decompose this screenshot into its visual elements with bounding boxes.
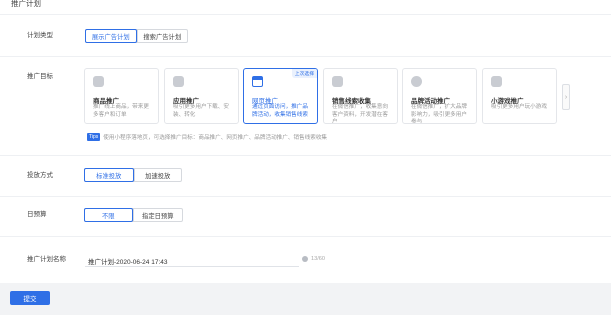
card-desc: 吸引更多用户下载、安装、转化 (173, 104, 229, 118)
tips-row: Tips 使用小程序落地页，可选择推广目标：商品推广、网页推广、品牌活动推广、销… (87, 133, 327, 141)
browser-icon (252, 76, 263, 87)
target-card-leads[interactable]: 销售线索收集 在微信推广，收集意向客户资料，开发潜在客户 (323, 68, 398, 124)
char-count: 13/60 (311, 256, 325, 262)
bottom-action-bar (0, 283, 611, 315)
tips-badge: Tips (87, 133, 101, 141)
target-card-webpage[interactable]: 上次选择 网页推广 通过页面访问，推广品牌活动，收集销售线索 (243, 68, 318, 124)
divider (0, 56, 611, 57)
card-desc: 在微信推广，扩大品牌影响力，吸引更多用户参与 (411, 104, 467, 124)
plan-name-counter: 13/60 (302, 256, 325, 262)
bag-icon (93, 76, 104, 87)
chat-icon (332, 76, 343, 87)
card-desc: 在微信推广，收集意向客户资料，开发潜在客户 (332, 104, 388, 124)
plan-name-label: 推广计划名称 (27, 256, 66, 263)
game-icon (491, 76, 502, 87)
section-title: 推广计划 (11, 0, 41, 8)
delivery-mode-label: 投放方式 (27, 172, 53, 179)
delivery-mode-segment: 标准投放 加速投放 (84, 168, 182, 182)
target-card-brand[interactable]: 品牌活动推广 在微信推广，扩大品牌影响力，吸引更多用户参与 (402, 68, 477, 124)
brand-icon (411, 76, 422, 87)
daily-budget-segment: 不限 指定日预算 (84, 208, 183, 222)
plan-name-value: 推广计划-2020-06-24 17:43 (88, 259, 168, 266)
daily-budget-label: 日预算 (27, 211, 47, 218)
clear-icon[interactable] (302, 256, 308, 262)
app-icon (173, 76, 184, 87)
budget-option-unlimited[interactable]: 不限 (84, 208, 133, 222)
plan-type-option-search[interactable]: 搜索广告计划 (136, 30, 188, 42)
divider (0, 196, 611, 197)
card-desc: 推广线上商品，带来更多客户和订单 (93, 104, 149, 118)
plan-type-segment: 展示广告计划 搜索广告计划 (85, 29, 188, 43)
budget-option-specified[interactable]: 指定日预算 (132, 209, 182, 221)
plan-name-input[interactable]: 推广计划-2020-06-24 17:43 (85, 253, 299, 267)
target-card-app[interactable]: 应用推广 吸引更多用户下载、安装、转化 (164, 68, 239, 124)
delivery-option-standard[interactable]: 标准投放 (84, 168, 134, 182)
submit-button[interactable]: 提交 (10, 291, 50, 305)
promo-target-label: 推广目标 (27, 73, 53, 80)
divider (0, 155, 611, 156)
plan-type-label: 计划类型 (27, 32, 53, 39)
divider (0, 236, 611, 237)
target-card-minigame[interactable]: 小游戏推广 吸引更多用户玩小游戏 (482, 68, 557, 124)
divider (0, 14, 611, 15)
tips-text: 使用小程序落地页，可选择推广目标：商品推广、网页推广、品牌活动推广、销售线索收集 (103, 135, 328, 141)
card-desc: 通过页面访问，推广品牌活动，收集销售线索 (252, 104, 308, 118)
plan-type-option-display[interactable]: 展示广告计划 (85, 29, 137, 43)
delivery-option-accelerated[interactable]: 加速投放 (133, 169, 182, 181)
card-desc: 吸引更多用户玩小游戏 (491, 104, 547, 110)
target-card-product[interactable]: 商品推广 推广线上商品，带来更多客户和订单 (84, 68, 159, 124)
last-selected-tag: 上次选择 (291, 69, 317, 78)
chevron-right-icon[interactable]: › (562, 84, 570, 110)
